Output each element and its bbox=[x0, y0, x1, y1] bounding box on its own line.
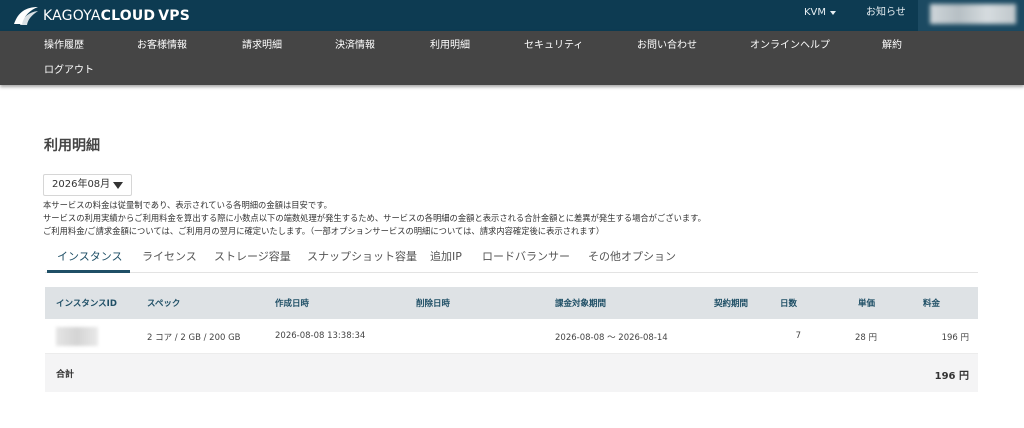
note-line-2: サービスの利用実績からご利用料金を算出する際に小数点以下の端数処理が発生するため… bbox=[43, 213, 706, 223]
column-header-unit-price: 単価 bbox=[858, 299, 876, 309]
nav-item-customer-info[interactable]: お客様情報 bbox=[137, 39, 187, 53]
nav-item-payment-info[interactable]: 決済情報 bbox=[335, 39, 375, 53]
active-tab-indicator bbox=[47, 270, 130, 273]
kvm-dropdown[interactable]: KVM bbox=[804, 0, 837, 31]
tab-snapshot-capacity[interactable]: スナップショット容量 bbox=[307, 248, 417, 264]
main-navigation: 操作履歴 お客様情報 請求明細 決済情報 利用明細 セキュリティ お問い合わせ … bbox=[0, 31, 1024, 85]
nav-item-security[interactable]: セキュリティ bbox=[524, 39, 583, 53]
news-link[interactable]: お知らせ bbox=[866, 0, 906, 31]
nav-item-usage-statement[interactable]: 利用明細 bbox=[430, 39, 470, 53]
cell-days: 7 bbox=[795, 331, 801, 341]
table-footer: 合計 196 円 bbox=[45, 354, 978, 392]
column-header-deleted: 削除日時 bbox=[416, 299, 451, 309]
nav-item-logout[interactable]: ログアウト bbox=[44, 64, 94, 78]
cell-fee: 196 円 bbox=[941, 333, 969, 343]
tab-load-balancer[interactable]: ロードバランサー bbox=[482, 248, 570, 264]
note-line-1: 本サービスの料金は従量制であり、表示されている各明細の金額は目安です。 bbox=[43, 200, 332, 210]
cell-unit-price: 28 円 bbox=[854, 333, 877, 343]
user-account-menu[interactable] bbox=[918, 0, 1024, 31]
column-header-created: 作成日時 bbox=[275, 299, 310, 309]
tab-other-options[interactable]: その他オプション bbox=[588, 248, 676, 264]
table-header: インスタンスID スペック 作成日時 削除日時 課金対象期間 契約期間 日数 単… bbox=[45, 287, 978, 319]
total-label: 合計 bbox=[56, 370, 75, 380]
brand-wordmark: KAGOYA CLOUD VPS bbox=[43, 8, 190, 24]
redacted-instance-id bbox=[56, 327, 98, 346]
triangle-down-icon bbox=[113, 182, 123, 189]
brand-bold: CLOUD bbox=[100, 7, 156, 24]
kagoya-logo-icon bbox=[12, 4, 40, 28]
column-header-days: 日数 bbox=[780, 299, 798, 309]
month-select-value: 2026年08月 bbox=[52, 179, 111, 190]
column-header-billing-period: 課金対象期間 bbox=[555, 299, 607, 309]
tab-storage-capacity[interactable]: ストレージ容量 bbox=[214, 248, 291, 264]
cell-billing-period: 2026-08-08 ～ 2026-08-14 bbox=[555, 333, 668, 343]
column-header-contract-period: 契約期間 bbox=[714, 299, 749, 309]
nav-item-operation-history[interactable]: 操作履歴 bbox=[44, 39, 84, 53]
nav-item-cancellation[interactable]: 解約 bbox=[882, 39, 902, 53]
kvm-label: KVM bbox=[804, 7, 827, 18]
month-select[interactable]: 2026年08月 bbox=[43, 174, 132, 196]
table-row: 2 コア / 2 GB / 200 GB 2026-08-08 13:38:34… bbox=[45, 319, 978, 354]
column-header-instance-id: インスタンスID bbox=[56, 299, 117, 309]
tab-additional-ip[interactable]: 追加IP bbox=[430, 248, 462, 264]
caret-down-icon bbox=[830, 11, 837, 15]
usage-tabs: インスタンス ライセンス ストレージ容量 スナップショット容量 追加IP ロード… bbox=[45, 243, 978, 273]
nav-item-online-help[interactable]: オンラインヘルプ bbox=[750, 39, 830, 53]
nav-item-billing-statement[interactable]: 請求明細 bbox=[242, 39, 282, 53]
brand-logo[interactable]: KAGOYA CLOUD VPS bbox=[12, 2, 190, 29]
nav-item-contact[interactable]: お問い合わせ bbox=[637, 39, 697, 53]
note-line-3: ご利用料金/ご請求金額については、ご利用月の翌月に確定いたします。（一部オプショ… bbox=[43, 226, 605, 236]
tab-instance[interactable]: インスタンス bbox=[57, 248, 123, 264]
brand-suffix: VPS bbox=[158, 7, 190, 24]
brand-light: KAGOYA bbox=[43, 7, 101, 24]
page-title: 利用明細 bbox=[44, 138, 100, 154]
top-bar: KAGOYA CLOUD VPS KVM お知らせ bbox=[0, 0, 1024, 31]
total-amount: 196 円 bbox=[934, 371, 969, 382]
tab-license[interactable]: ライセンス bbox=[142, 248, 197, 264]
column-header-spec: スペック bbox=[147, 299, 181, 309]
cell-spec: 2 コア / 2 GB / 200 GB bbox=[147, 333, 241, 343]
cell-created: 2026-08-08 13:38:34 bbox=[275, 331, 366, 341]
column-header-fee: 料金 bbox=[923, 299, 941, 309]
redacted-username bbox=[930, 4, 1016, 24]
